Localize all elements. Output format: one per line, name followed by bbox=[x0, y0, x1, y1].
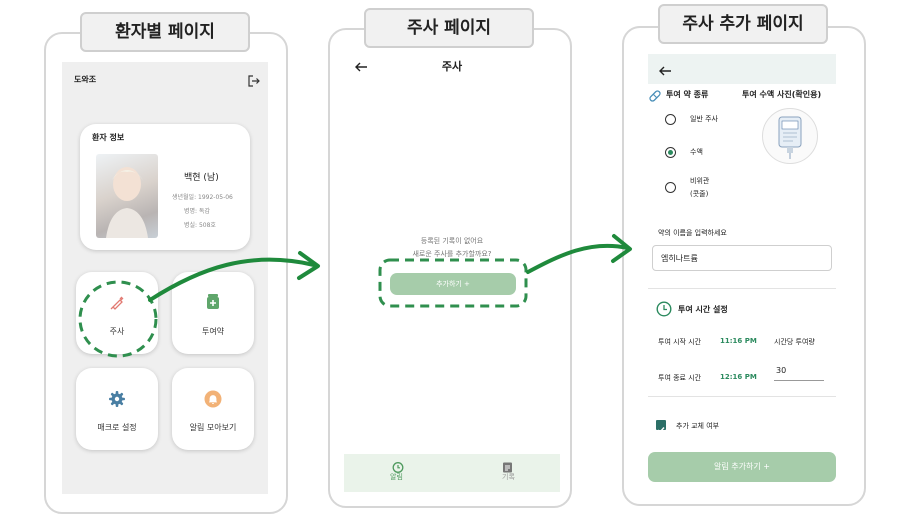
injection-tile-highlight bbox=[78, 280, 158, 358]
flow-arrows-layer bbox=[78, 234, 632, 358]
arrow-to-injection-page bbox=[148, 257, 316, 302]
add-button-highlight bbox=[378, 258, 528, 308]
